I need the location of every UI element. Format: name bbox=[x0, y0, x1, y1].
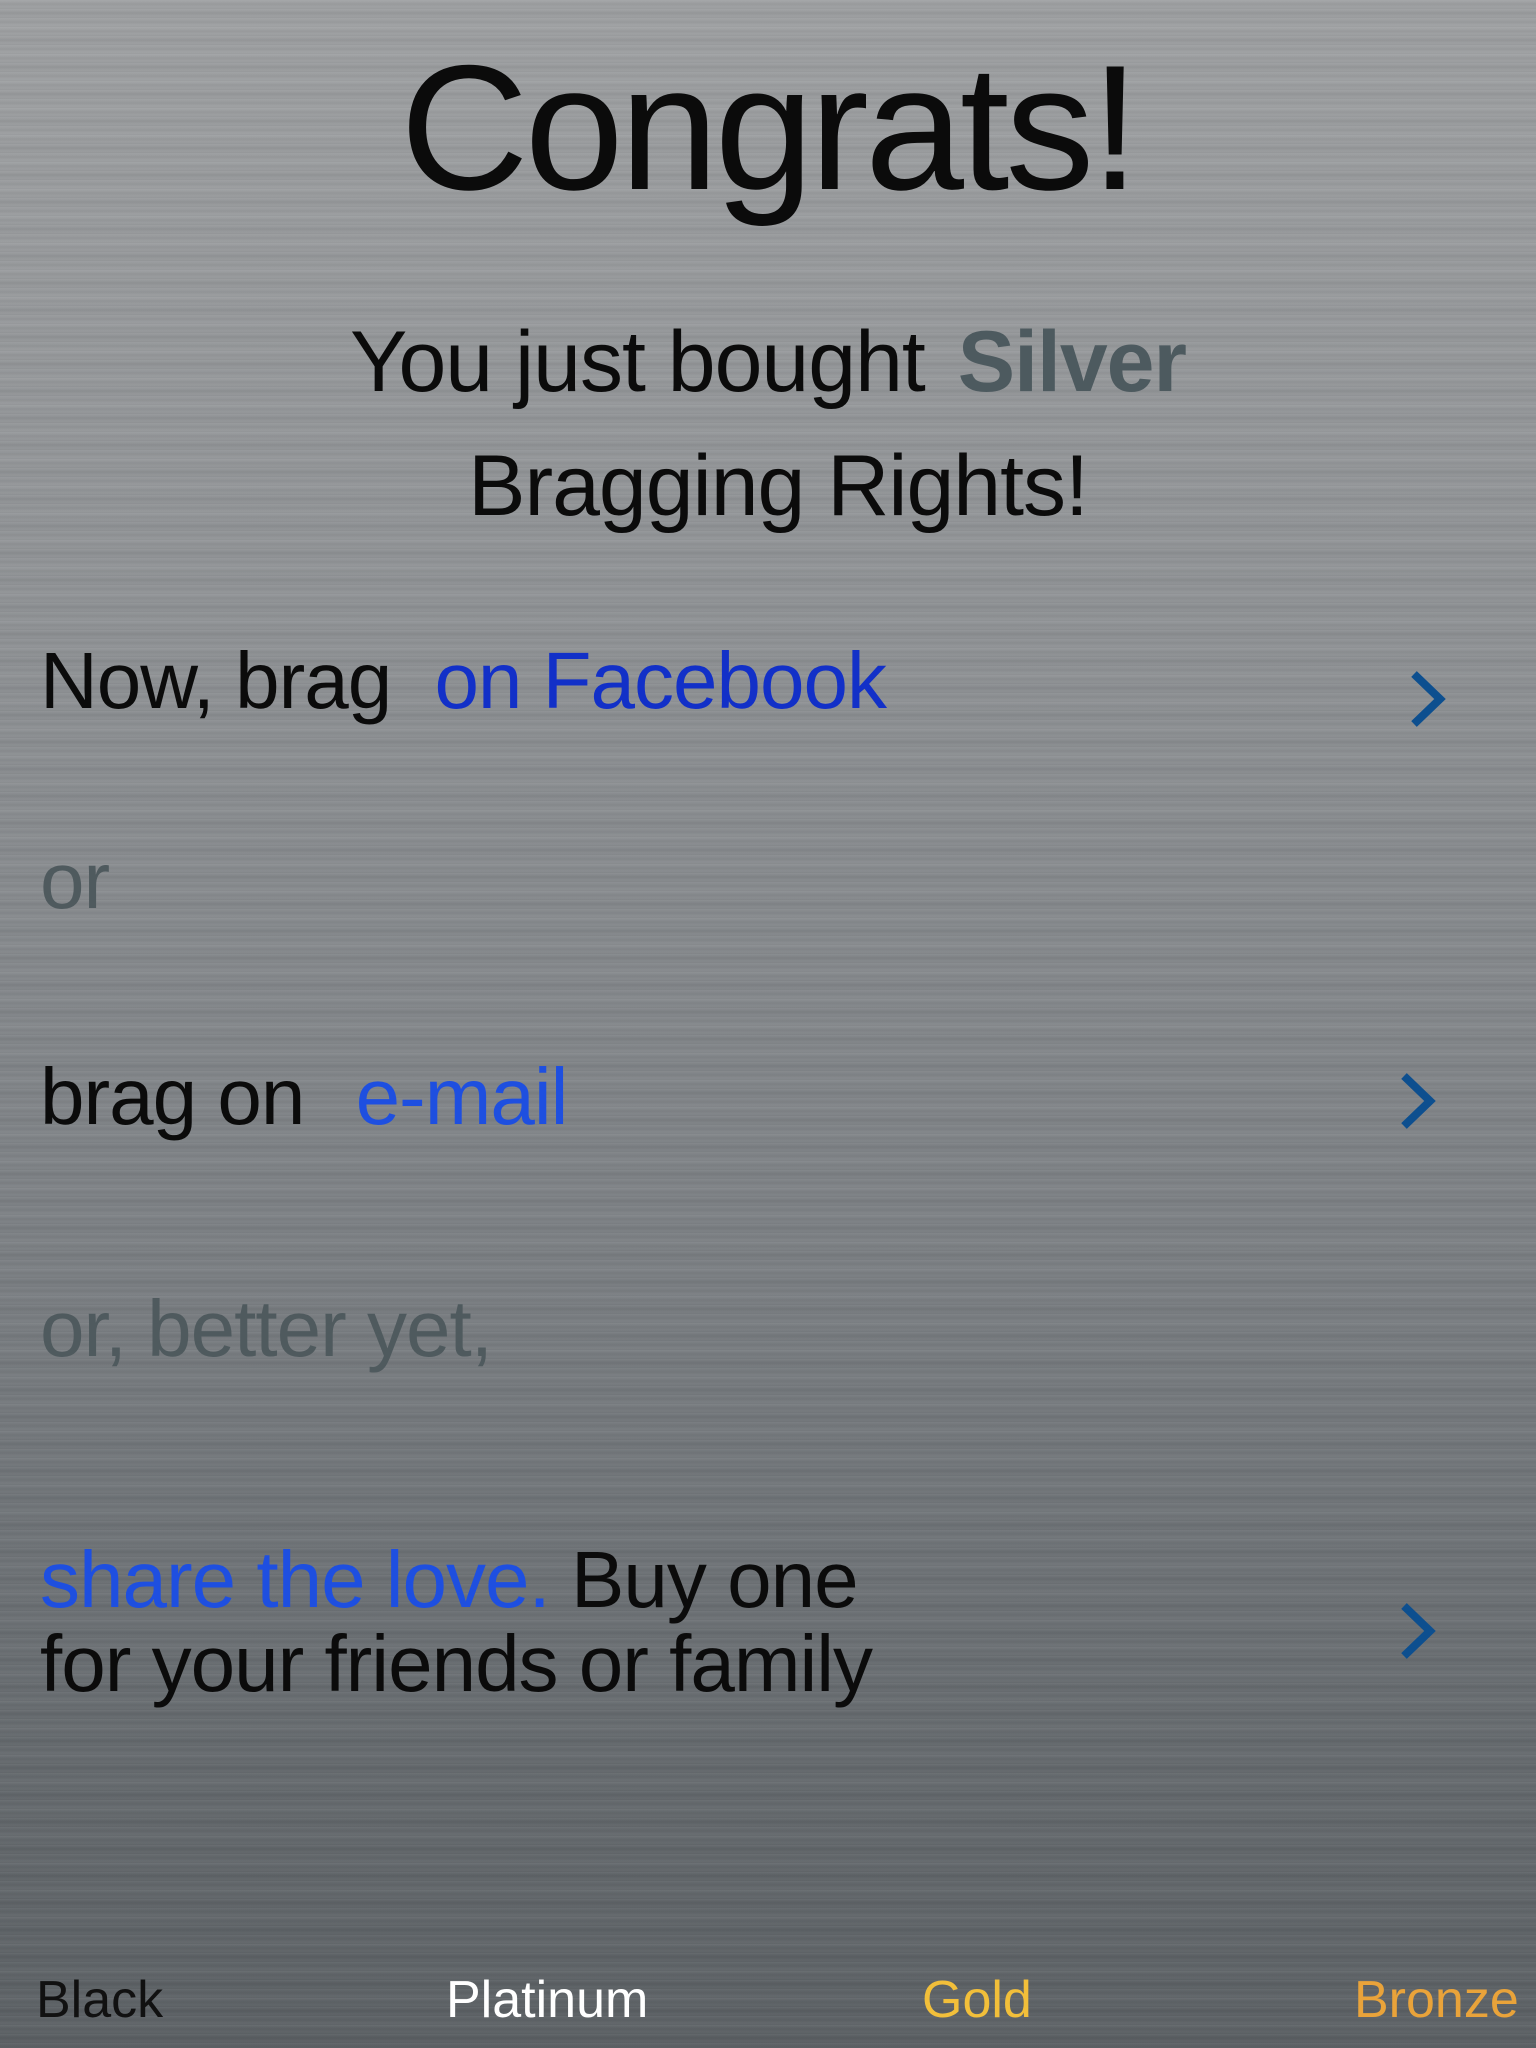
facebook-share-row[interactable]: Now, brag on Facebook bbox=[40, 636, 887, 726]
purchase-summary: You just bought Silver bbox=[0, 312, 1536, 412]
email-chevron-right-icon[interactable] bbox=[1394, 1070, 1440, 1132]
email-share-row[interactable]: brag on e-mail bbox=[40, 1052, 569, 1142]
purchase-summary-prefix: You just bought bbox=[350, 314, 926, 410]
separator-better-yet: or, better yet, bbox=[40, 1284, 493, 1373]
purchased-tier-label: Silver bbox=[957, 314, 1187, 410]
tier-tab-bronze[interactable]: Bronze bbox=[1354, 1970, 1519, 2030]
gift-share-line1: share the love. Buy one bbox=[40, 1538, 872, 1622]
tier-tab-platinum[interactable]: Platinum bbox=[446, 1970, 648, 2030]
share-the-love-link[interactable]: share the love. bbox=[40, 1535, 551, 1624]
tier-tab-black[interactable]: Black bbox=[36, 1970, 163, 2030]
email-link[interactable]: e-mail bbox=[356, 1052, 569, 1141]
purchase-summary-line2: Bragging Rights! bbox=[468, 438, 1089, 534]
tier-tab-gold[interactable]: Gold bbox=[922, 1970, 1032, 2030]
gift-share-row[interactable]: share the love. Buy one for your friends… bbox=[40, 1538, 873, 1708]
gift-share-text: Buy one bbox=[571, 1535, 859, 1624]
separator-or: or bbox=[40, 836, 110, 925]
gift-chevron-right-icon[interactable] bbox=[1394, 1600, 1440, 1662]
facebook-chevron-right-icon[interactable] bbox=[1404, 668, 1450, 730]
facebook-row-prefix: Now, brag bbox=[40, 636, 392, 725]
email-row-prefix: brag on bbox=[40, 1052, 305, 1141]
gift-share-line2: for your friends or family bbox=[40, 1619, 873, 1708]
bragging-rights-screen: { "header": { "title": "Congrats!", "sub… bbox=[0, 0, 1536, 2048]
page-title: Congrats! bbox=[400, 28, 1140, 227]
facebook-link[interactable]: on Facebook bbox=[434, 636, 887, 725]
